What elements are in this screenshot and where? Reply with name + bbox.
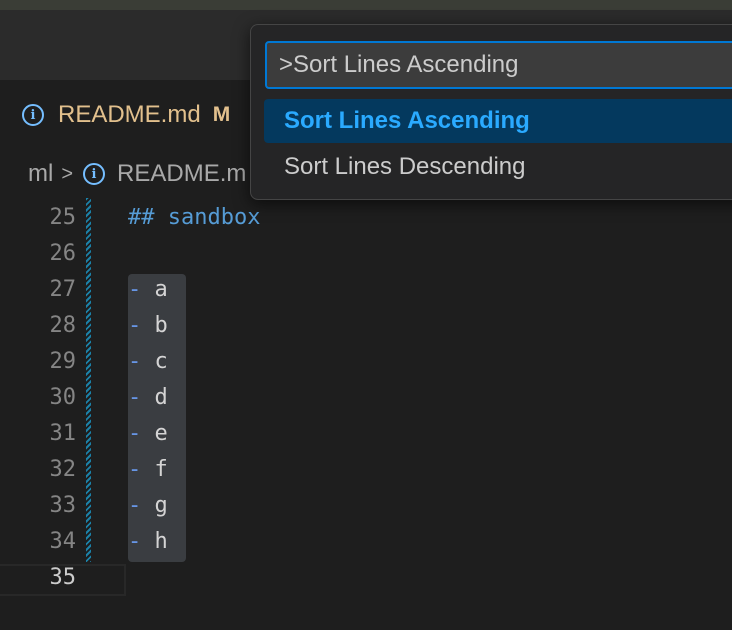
list-item-text: g [154, 493, 168, 518]
line-number: 25 [49, 205, 77, 230]
modified-badge: M [212, 103, 231, 126]
list-item-text: e [154, 421, 168, 446]
line-number-current: 35 [49, 565, 77, 590]
list-bullet: - [128, 493, 142, 518]
line-number: 27 [49, 277, 77, 302]
title-bar-strip [0, 0, 732, 10]
line-number: 34 [49, 529, 77, 554]
list-item-text: c [154, 349, 168, 374]
info-icon: i [22, 104, 44, 126]
breadcrumb-file[interactable]: README.m [117, 160, 246, 188]
git-modified-indicator [86, 198, 91, 562]
list-item-text: b [154, 313, 168, 338]
line-number: 32 [49, 457, 77, 482]
list-bullet: - [128, 313, 142, 338]
list-bullet: - [128, 529, 142, 554]
tab-filename: README.md [58, 101, 201, 128]
list-bullet: - [128, 277, 142, 302]
list-bullet: - [128, 457, 142, 482]
code-line: - f [128, 457, 168, 482]
line-number: 31 [49, 421, 77, 446]
breadcrumb-folder[interactable]: ml [28, 160, 53, 188]
line-number: 28 [49, 313, 77, 338]
list-item-text: a [154, 277, 168, 302]
code-line: - c [128, 349, 168, 374]
command-palette: >Sort Lines Ascending Sort Lines Ascendi… [250, 24, 732, 200]
command-palette-input[interactable]: >Sort Lines Ascending [265, 41, 732, 89]
palette-item-sort-descending[interactable]: Sort Lines Descending [264, 145, 732, 189]
code-line: - a [128, 277, 168, 302]
palette-item-sort-ascending[interactable]: Sort Lines Ascending [264, 99, 732, 143]
list-bullet: - [128, 421, 142, 446]
list-item-text: f [154, 457, 168, 482]
line-number: 29 [49, 349, 77, 374]
code-line-heading: ## sandbox [128, 205, 261, 230]
code-line: - h [128, 529, 168, 554]
info-icon: i [83, 163, 106, 185]
list-item-text: d [154, 385, 168, 410]
code-editor[interactable]: 25 26 27 28 29 30 31 32 33 34 35 ## sand… [0, 198, 732, 630]
tab-readme[interactable]: i README.md M [0, 80, 260, 150]
list-bullet: - [128, 385, 142, 410]
list-item-text: h [154, 529, 168, 554]
line-number: 26 [49, 241, 77, 266]
chevron-right-icon: > [61, 162, 74, 185]
line-number: 30 [49, 385, 77, 410]
code-line: - g [128, 493, 168, 518]
code-line: - d [128, 385, 168, 410]
code-line: - b [128, 313, 168, 338]
code-line: - e [128, 421, 168, 446]
list-bullet: - [128, 349, 142, 374]
line-number: 33 [49, 493, 77, 518]
